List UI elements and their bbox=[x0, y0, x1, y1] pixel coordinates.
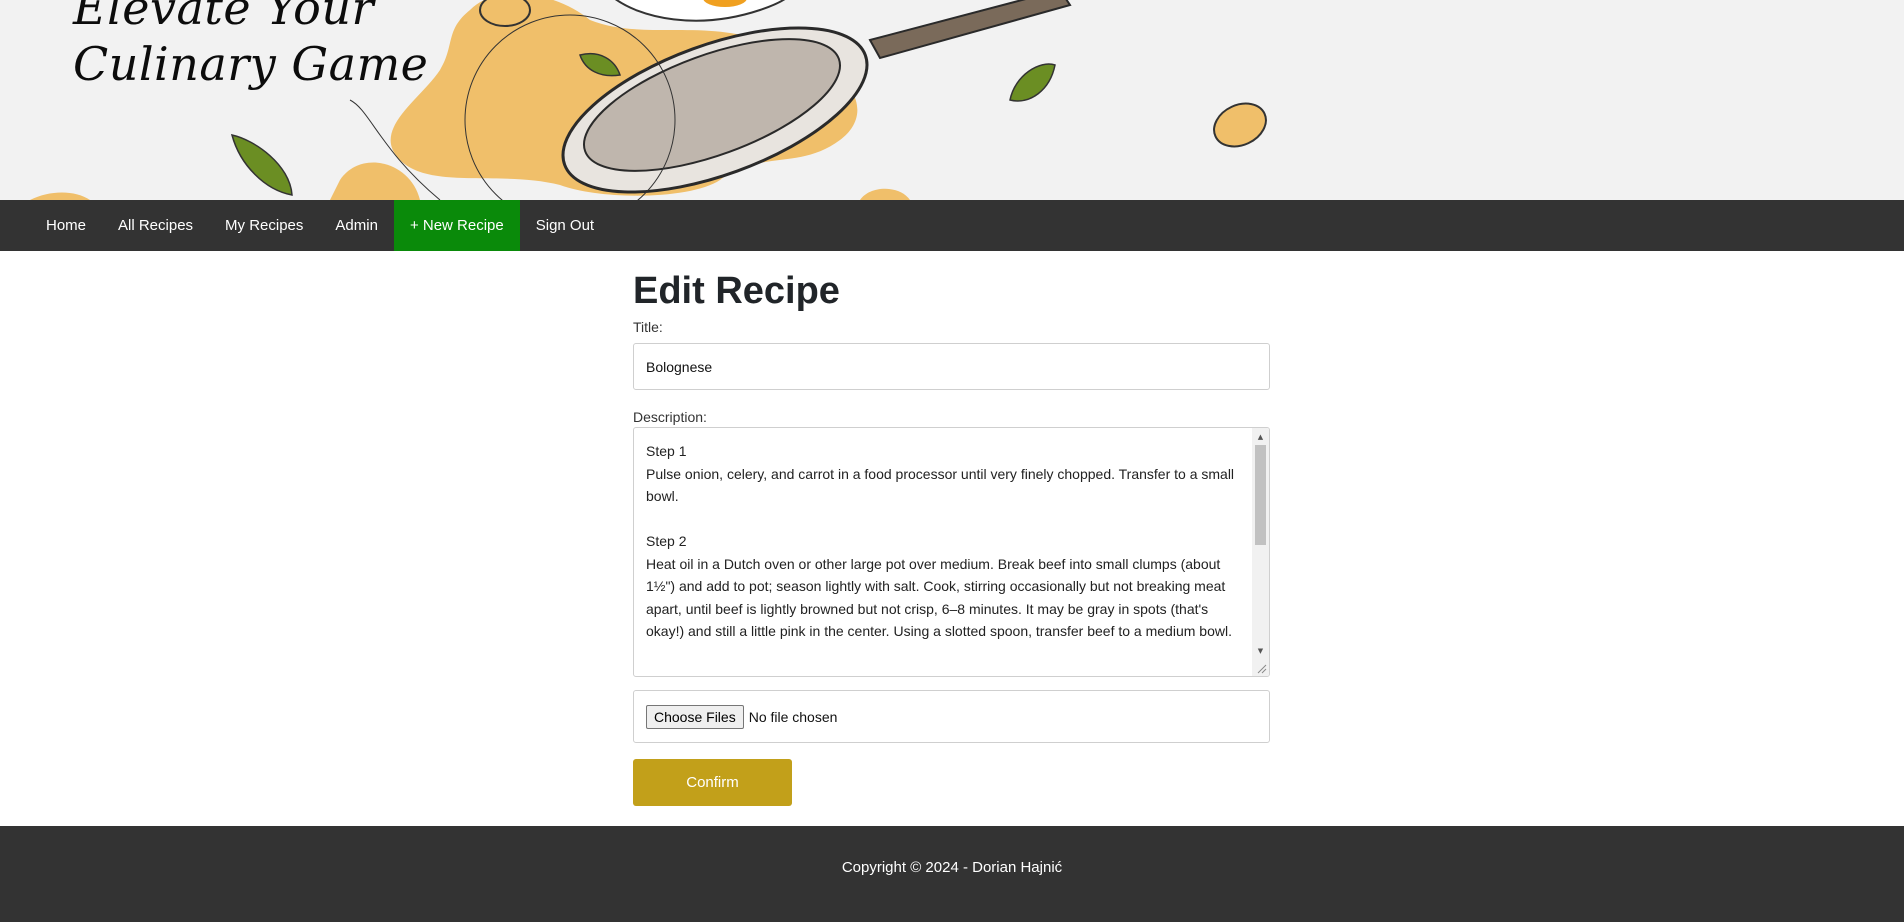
resize-grip-icon[interactable] bbox=[1256, 663, 1267, 674]
choose-files-button[interactable]: Choose Files bbox=[646, 704, 744, 729]
title-input[interactable]: Bolognese bbox=[633, 343, 1270, 390]
page-title: Edit Recipe bbox=[633, 270, 840, 312]
nav-new-recipe[interactable]: + New Recipe bbox=[393, 200, 520, 251]
edit-recipe-form: Edit Recipe Title: Bolognese Description… bbox=[633, 251, 1270, 806]
title-label: Title: bbox=[633, 319, 663, 335]
scroll-down-arrow-icon[interactable]: ▼ bbox=[1252, 644, 1269, 658]
scroll-up-arrow-icon[interactable]: ▲ bbox=[1252, 430, 1269, 444]
file-status: No file chosen bbox=[748, 708, 838, 725]
description-scrollbar[interactable]: ▲ ▼ bbox=[1252, 428, 1269, 676]
hero-banner: Elevate Your Culinary Game bbox=[0, 0, 1904, 200]
main-navigation: Home All Recipes My Recipes Admin + New … bbox=[0, 200, 1904, 251]
nav-admin[interactable]: Admin bbox=[319, 200, 394, 251]
file-upload: Choose Files No file chosen bbox=[633, 690, 1270, 743]
nav-my-recipes[interactable]: My Recipes bbox=[209, 200, 319, 251]
footer: Copyright © 2024 - Dorian Hajnić bbox=[0, 826, 1904, 922]
description-label: Description: bbox=[633, 409, 707, 425]
nav-sign-out[interactable]: Sign Out bbox=[520, 200, 610, 251]
confirm-button[interactable]: Confirm bbox=[633, 759, 792, 806]
description-text: Step 1 Pulse onion, celery, and carrot i… bbox=[646, 443, 1235, 639]
scroll-thumb[interactable] bbox=[1255, 445, 1266, 545]
hero-tagline: Elevate Your Culinary Game bbox=[73, 0, 429, 91]
copyright-text: Copyright © 2024 - Dorian Hajnić bbox=[841, 859, 1063, 876]
nav-all-recipes[interactable]: All Recipes bbox=[102, 200, 209, 251]
description-textarea[interactable]: Step 1 Pulse onion, celery, and carrot i… bbox=[633, 427, 1270, 677]
nav-home[interactable]: Home bbox=[30, 200, 102, 251]
